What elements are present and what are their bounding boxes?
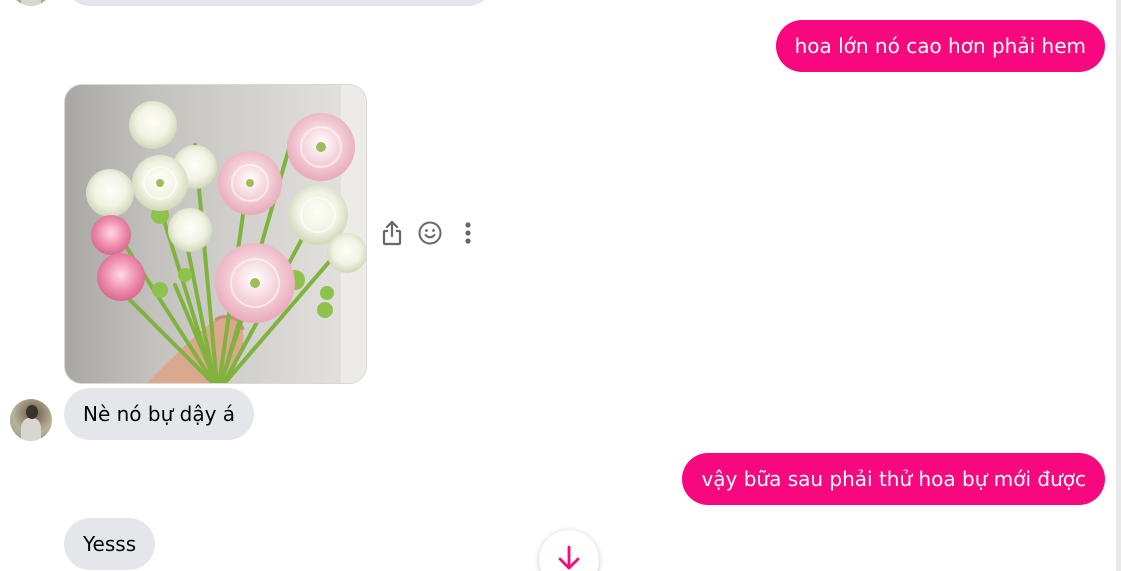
avatar-figure	[21, 418, 41, 441]
message-text: hoa lớn nó cao hơn phải hem	[794, 34, 1086, 58]
message-bubble-incoming[interactable]: Nè nó bự dậy á	[64, 388, 255, 440]
message-bubble-incoming[interactable]: Yesss	[64, 518, 156, 570]
avatar-head	[26, 405, 38, 419]
message-text: Nè nó bự dậy á	[83, 402, 236, 426]
message-text: Yesss	[83, 532, 137, 556]
scroll-to-bottom-button[interactable]	[539, 530, 599, 571]
chat-thread: hoa lớn nó cao hơn phải hem Nè nó bự dậy…	[0, 0, 1121, 571]
avatar[interactable]	[10, 399, 52, 441]
emoji-icon[interactable]	[418, 218, 442, 248]
more-options-icon[interactable]	[456, 218, 480, 248]
message-text: vậy bữa sau phải thử hoa bự mới được	[701, 467, 1086, 491]
flower-bouquet-photo[interactable]	[64, 84, 367, 384]
avatar[interactable]	[10, 0, 52, 6]
message-bubble-outgoing[interactable]: vậy bữa sau phải thử hoa bự mới được	[682, 453, 1105, 505]
photo-illustration	[65, 85, 366, 383]
share-icon[interactable]	[380, 218, 404, 248]
arrow-down-icon	[558, 545, 580, 570]
message-bubble-incoming[interactable]	[64, 0, 494, 6]
message-bubble-outgoing[interactable]: hoa lớn nó cao hơn phải hem	[775, 20, 1105, 72]
message-actions	[380, 218, 480, 248]
scrollbar[interactable]	[1116, 0, 1121, 571]
avatar-figure	[21, 0, 41, 6]
